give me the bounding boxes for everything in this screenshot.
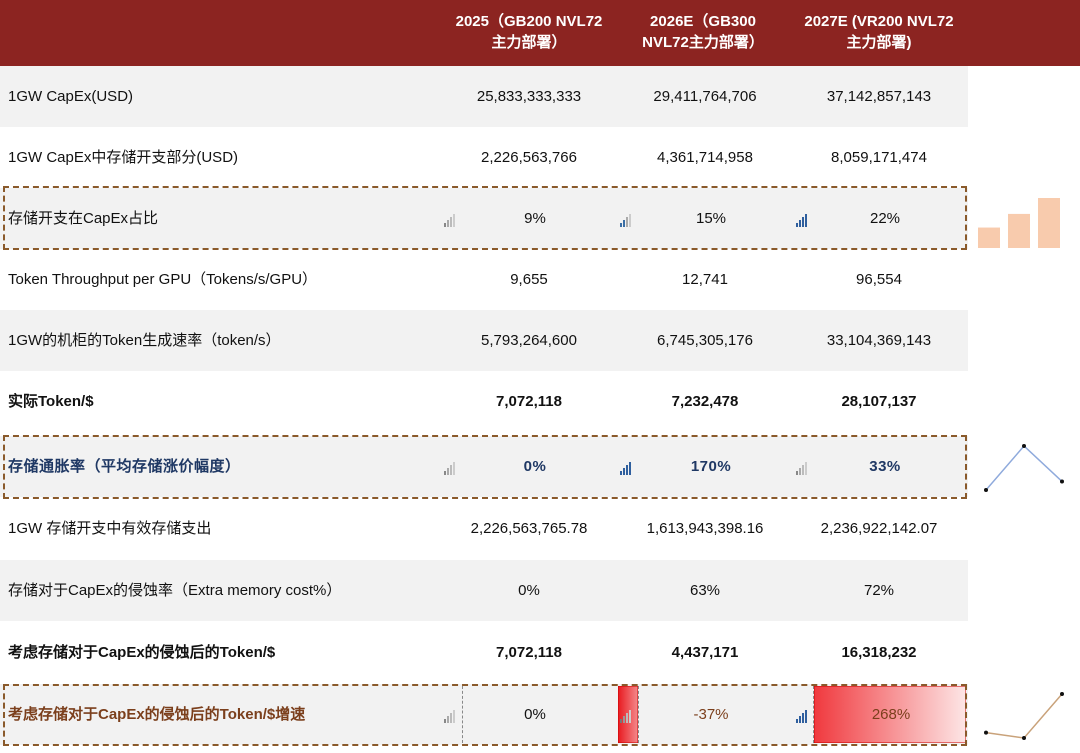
row-label: 存储通胀率（平均存储涨价幅度） xyxy=(8,458,241,475)
cell-2027e: 96,554 xyxy=(856,271,902,288)
cell-2027e: 37,142,857,143 xyxy=(826,88,932,105)
row-label: 1GW CapEx中存储开支部分(USD) xyxy=(8,149,239,166)
cell-2025: 0% xyxy=(523,458,547,475)
sparkline-memory-inflation xyxy=(984,444,1064,492)
cell-2027e: 22% xyxy=(869,210,901,227)
header-col-2025: 2025（GB200 NVL72 主力部署） xyxy=(455,13,603,51)
sparkline-bar xyxy=(1008,213,1030,248)
row-label: Token Throughput per GPU（Tokens/s/GPU） xyxy=(8,271,318,288)
table-row: 1GW的机柜的Token生成速率（token/s） 5,793,264,600 … xyxy=(0,310,1080,371)
cell-2027e: 2,236,922,142.07 xyxy=(820,520,938,537)
sparkline-point xyxy=(1022,444,1026,448)
cell-2026e: 170% xyxy=(690,458,732,475)
row-label: 1GW CapEx(USD) xyxy=(8,88,134,105)
row-label: 存储开支在CapEx占比 xyxy=(8,210,159,227)
cell-2025: 7,072,118 xyxy=(496,393,562,410)
sparkline-point xyxy=(1060,692,1064,696)
cell-2027e: 16,318,232 xyxy=(841,644,917,661)
table-row: 存储对于CapEx的侵蚀率（Extra memory cost%） 0% 63%… xyxy=(0,560,1080,621)
cell-2027e: 33,104,369,143 xyxy=(826,332,932,349)
cell-2026e: 4,437,171 xyxy=(671,644,739,661)
cell-2026e: 15% xyxy=(695,210,727,227)
cell-2027e: 8,059,171,474 xyxy=(831,149,927,166)
cell-2025: 0% xyxy=(524,706,546,723)
cell-2026e: 12,741 xyxy=(682,271,728,288)
table-row: 1GW CapEx中存储开支部分(USD) 2,226,563,766 4,36… xyxy=(0,127,1080,188)
cell-2026e: -37% xyxy=(693,706,729,723)
table-row: 考虑存储对于CapEx的侵蚀后的Token/$增速 0% -37% 268% xyxy=(0,684,1080,745)
cell-2025: 2,226,563,765.78 xyxy=(470,520,588,537)
sparkline-line xyxy=(985,693,1063,739)
cell-2026e: 1,613,943,398.16 xyxy=(646,520,764,537)
cell-2027e: 72% xyxy=(863,582,895,599)
cell-2026e: 63% xyxy=(689,582,721,599)
cell-2027e: 28,107,137 xyxy=(841,393,917,410)
cell-2025: 9,655 xyxy=(510,271,548,288)
row-label: 1GW 存储开支中有效存储支出 xyxy=(8,520,212,537)
table-row: Token Throughput per GPU（Tokens/s/GPU） 9… xyxy=(0,249,1080,310)
cell-2025: 25,833,333,333 xyxy=(476,88,582,105)
row-label: 1GW的机柜的Token生成速率（token/s） xyxy=(8,332,281,349)
sparkline-bar xyxy=(1038,198,1060,248)
row-label: 考虑存储对于CapEx的侵蚀后的Token/$增速 xyxy=(8,706,306,723)
sparkline-bar xyxy=(978,227,1000,248)
cell-2025: 9% xyxy=(524,210,546,227)
row-label: 存储对于CapEx的侵蚀率（Extra memory cost%） xyxy=(8,582,342,599)
cell-2026e: 29,411,764,706 xyxy=(653,88,757,105)
cell-2026e: 4,361,714,958 xyxy=(657,149,753,166)
sparkline-point xyxy=(1022,736,1026,740)
sparkline-storage-share xyxy=(978,198,1060,248)
cell-2027e: 268% xyxy=(871,706,911,723)
cell-2025: 2,226,563,766 xyxy=(481,149,577,166)
header-col-2026e: 2026E（GB300 NVL72主力部署） xyxy=(642,13,764,51)
cell-2026e: 7,232,478 xyxy=(671,393,739,410)
cell-2025: 7,072,118 xyxy=(496,644,562,661)
cell-2025: 0% xyxy=(518,582,540,599)
table-row: 实际Token/$ 7,072,118 7,232,478 28,107,137 xyxy=(0,371,1080,432)
table-header: 2025（GB200 NVL72 主力部署） 2026E（GB300 NVL72… xyxy=(0,0,1080,66)
cell-2025: 5,793,264,600 xyxy=(481,332,577,349)
table-row: 考虑存储对于CapEx的侵蚀后的Token/$ 7,072,118 4,437,… xyxy=(0,622,1080,683)
row-label: 实际Token/$ xyxy=(8,393,94,410)
table-row: 存储通胀率（平均存储涨价幅度） 0% 170% 33% xyxy=(0,436,1080,497)
row-label: 考虑存储对于CapEx的侵蚀后的Token/$ xyxy=(8,644,276,661)
header-col-2027e: 2027E (VR200 NVL72 主力部署) xyxy=(804,13,954,51)
sparkline-line xyxy=(985,444,1063,491)
sparkline-point xyxy=(1060,479,1064,484)
sparkline-point xyxy=(984,488,988,492)
cell-2026e: 6,745,305,176 xyxy=(657,332,753,349)
sparkline-point xyxy=(984,730,988,735)
cell-2027e: 33% xyxy=(869,458,901,475)
table-row: 1GW 存储开支中有效存储支出 2,226,563,765.78 1,613,9… xyxy=(0,498,1080,559)
sparkline-token-growth xyxy=(984,692,1064,740)
table-row: 1GW CapEx(USD) 25,833,333,333 29,411,764… xyxy=(0,66,1080,127)
table-row: 存储开支在CapEx占比 9% 15% 22% xyxy=(0,188,1080,249)
